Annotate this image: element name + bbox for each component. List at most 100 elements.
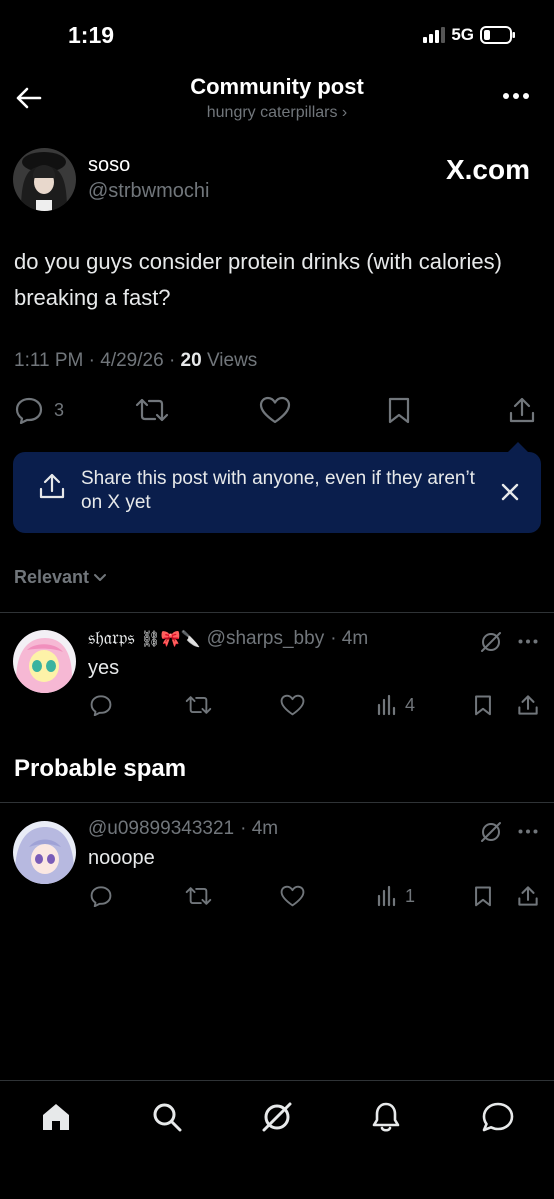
reply-more-button[interactable] bbox=[518, 829, 538, 834]
network-label: 5G bbox=[451, 25, 474, 44]
close-icon bbox=[501, 483, 519, 501]
reply-views-count: 4 bbox=[405, 694, 416, 715]
reply-views-button[interactable]: 4 bbox=[377, 694, 415, 716]
close-banner-button[interactable] bbox=[501, 483, 519, 501]
bottom-nav bbox=[0, 1080, 554, 1199]
reply-header: 𝔰𝔥𝔞𝔯𝔭𝔰 ⛓🎀🔪 @sharps_bby · 4m bbox=[88, 628, 368, 650]
avatar-image bbox=[13, 148, 76, 211]
status-icons: 5G bbox=[423, 25, 516, 45]
reply-avatar[interactable] bbox=[13, 821, 76, 884]
messages-icon bbox=[482, 1102, 514, 1132]
reply-header: @u09899343321 · 4m bbox=[88, 818, 278, 840]
views-label: Views bbox=[206, 350, 258, 371]
signal-icon bbox=[423, 27, 446, 43]
reply-author-emoji: ⛓🎀🔪 bbox=[140, 631, 201, 648]
views-count: 20 bbox=[180, 350, 202, 371]
banner-share-icon-wrap bbox=[39, 472, 65, 500]
share-banner[interactable]: Share this post with anyone, even if the… bbox=[13, 452, 541, 533]
reply-item[interactable]: @u09899343321 · 4m nooope 1 bbox=[0, 803, 554, 923]
views-icon bbox=[377, 885, 396, 907]
author-avatar[interactable] bbox=[13, 148, 76, 211]
reply-reply-button[interactable] bbox=[89, 694, 113, 716]
page-title: Community post bbox=[190, 74, 364, 99]
reply-share-button[interactable] bbox=[517, 885, 539, 907]
reply-views-count: 1 bbox=[405, 885, 416, 906]
heart-icon bbox=[259, 396, 291, 424]
reply-like-button[interactable] bbox=[280, 885, 305, 907]
reply-icon bbox=[90, 886, 112, 907]
reply-repost-button[interactable] bbox=[185, 885, 212, 907]
status-time: 1:19 bbox=[68, 22, 115, 48]
repost-icon bbox=[185, 887, 212, 905]
avatar-image bbox=[13, 821, 76, 884]
reply-text: nooope bbox=[88, 847, 155, 869]
grok-icon bbox=[262, 1102, 292, 1132]
repost-button[interactable] bbox=[135, 396, 169, 424]
nav-messages[interactable] bbox=[481, 1101, 515, 1133]
bookmark-icon bbox=[475, 886, 491, 907]
sort-dropdown[interactable]: Relevant bbox=[14, 567, 107, 588]
nav-notifications[interactable] bbox=[371, 1101, 401, 1133]
battery-icon bbox=[480, 26, 515, 44]
reply-item[interactable]: 𝔰𝔥𝔞𝔯𝔭𝔰 ⛓🎀🔪 @sharps_bby · 4m yes 4 bbox=[0, 613, 554, 733]
reply-time: · 4m bbox=[240, 818, 279, 839]
repost-icon bbox=[185, 696, 212, 714]
source-label: X.com bbox=[445, 154, 530, 185]
grok-icon bbox=[481, 632, 501, 652]
reply-author-handle[interactable]: @u09899343321 bbox=[88, 818, 234, 840]
heart-icon bbox=[280, 885, 305, 907]
reply-icon bbox=[15, 397, 43, 424]
reply-views-button[interactable]: 1 bbox=[377, 885, 415, 907]
more-icon bbox=[518, 829, 538, 834]
reply-repost-button[interactable] bbox=[185, 694, 212, 716]
nav-search[interactable] bbox=[152, 1102, 182, 1132]
post-meta: 1:11 PM · 4/29/26 · 20 Views bbox=[14, 350, 258, 371]
share-banner-text: Share this post with anyone, even if the… bbox=[81, 468, 475, 513]
home-icon bbox=[43, 1104, 69, 1130]
bookmark-button[interactable] bbox=[386, 396, 412, 424]
reply-bookmark-button[interactable] bbox=[473, 694, 493, 716]
reply-more-button[interactable] bbox=[518, 639, 538, 644]
share-icon bbox=[509, 397, 535, 423]
search-icon bbox=[153, 1103, 182, 1132]
community-link[interactable]: hungry caterpillars › bbox=[0, 104, 554, 122]
chevron-down-icon bbox=[94, 573, 107, 581]
nav-home[interactable] bbox=[40, 1102, 72, 1132]
reply-count: 3 bbox=[54, 399, 65, 420]
reply-avatar[interactable] bbox=[13, 630, 76, 693]
reply-like-button[interactable] bbox=[280, 694, 305, 716]
author-name[interactable]: soso bbox=[88, 154, 130, 177]
reply-author-handle[interactable]: @sharps_bby bbox=[207, 628, 325, 650]
grok-button[interactable] bbox=[480, 631, 502, 653]
share-icon bbox=[518, 695, 538, 715]
like-button[interactable] bbox=[259, 396, 291, 424]
reply-reply-button[interactable] bbox=[89, 885, 113, 907]
more-options-button[interactable] bbox=[502, 92, 530, 100]
share-button[interactable] bbox=[508, 396, 536, 424]
reply-icon bbox=[90, 695, 112, 716]
share-icon bbox=[39, 473, 65, 499]
post-date: 4/29/26 bbox=[100, 350, 164, 371]
grok-icon bbox=[481, 822, 501, 842]
author-handle[interactable]: @strbwmochi bbox=[88, 180, 209, 203]
reply-button[interactable]: 3 bbox=[14, 396, 64, 424]
repost-icon bbox=[135, 398, 169, 422]
section-title: Probable spam bbox=[14, 755, 187, 782]
bookmark-icon bbox=[475, 695, 491, 716]
notifications-icon bbox=[372, 1102, 400, 1132]
post-time: 1:11 PM bbox=[14, 350, 84, 371]
reply-share-button[interactable] bbox=[517, 694, 539, 716]
nav-grok[interactable] bbox=[261, 1101, 293, 1133]
heart-icon bbox=[280, 694, 305, 716]
reply-text: yes bbox=[88, 657, 120, 679]
reply-bookmark-button[interactable] bbox=[473, 885, 493, 907]
bookmark-icon bbox=[388, 397, 410, 424]
grok-button[interactable] bbox=[480, 821, 502, 843]
more-icon bbox=[503, 93, 529, 99]
sort-label: Relevant bbox=[14, 567, 90, 587]
reply-author-name[interactable]: 𝔰𝔥𝔞𝔯𝔭𝔰 bbox=[88, 628, 135, 650]
views-icon bbox=[377, 694, 396, 716]
share-icon bbox=[518, 886, 538, 906]
post-text: do you guys consider protein drinks (wit… bbox=[14, 249, 502, 310]
avatar-image bbox=[13, 630, 76, 693]
